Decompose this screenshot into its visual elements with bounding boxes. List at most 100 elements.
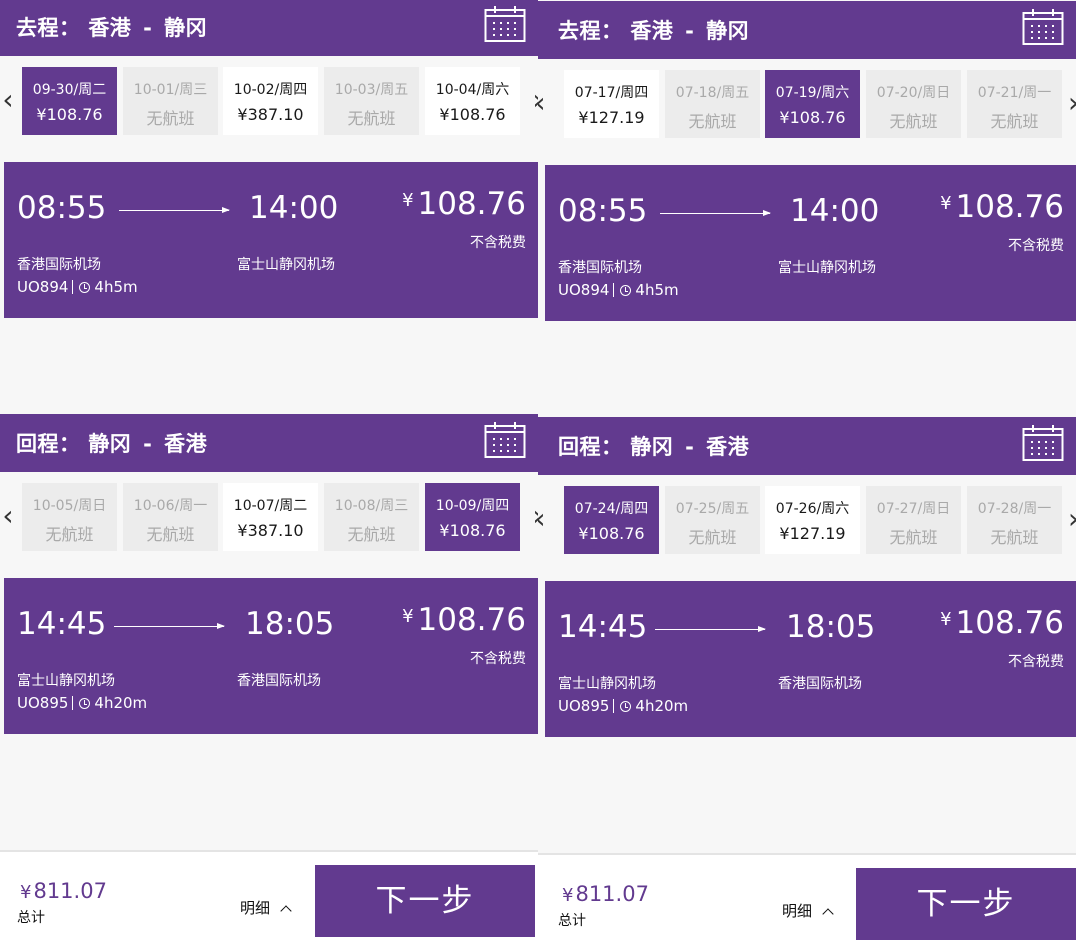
clock-icon <box>620 701 632 712</box>
date-option[interactable]: 10-09/周四 ¥108.76 <box>425 483 520 551</box>
chevron-up-icon <box>822 908 834 920</box>
date-label: 10-09/周四 <box>435 498 510 514</box>
date-option[interactable]: 10-03/周五 无航班 <box>324 67 419 135</box>
date-option[interactable]: 07-25/周五 无航班 <box>665 486 760 554</box>
price-value: 108.76 <box>417 186 526 222</box>
date-option[interactable]: 10-06/周一 无航班 <box>123 483 218 551</box>
total-value: 811.07 <box>33 879 107 903</box>
date-option[interactable]: 10-08/周三 无航班 <box>324 483 419 551</box>
date-label: 10-02/周四 <box>233 82 308 98</box>
date-price: 无航班 <box>347 109 396 128</box>
departure-time: 08:55 <box>17 190 107 226</box>
date-selector: ‹ 07-17/周四 ¥127.19 07-18/周五无航班 07-19/周六 ¥1… <box>538 59 1076 151</box>
detail-label: 明细 <box>240 899 271 917</box>
arrival-time: 14:00 <box>249 190 339 226</box>
origin-city: 香港 <box>88 16 132 40</box>
date-option[interactable]: 09-30/周二 ¥108.76 <box>22 67 117 135</box>
outbound-header: 去程： 香港 - 静冈 <box>0 0 538 56</box>
date-option[interactable]: 10-02/周四 ¥387.10 <box>223 67 318 135</box>
flight-arrow <box>119 207 230 213</box>
date-option[interactable]: 07-28/周一 无航班 <box>967 486 1062 554</box>
flight-card[interactable]: 08:55 14:00 ¥108.76 不含税费 香港国际机场 富士山静冈机场 … <box>4 162 538 318</box>
departure-airport: 香港国际机场 <box>558 260 642 276</box>
date-option[interactable]: 07-18/周五 无航班 <box>665 70 760 138</box>
flight-duration: 4h5m <box>94 278 138 296</box>
date-price: 无航班 <box>688 528 737 547</box>
date-option[interactable]: 07-24/周四 ¥108.76 <box>564 486 659 554</box>
price-detail-toggle[interactable]: 明细 <box>782 900 834 921</box>
chevron-right-icon[interactable]: › <box>1068 79 1076 129</box>
date-option[interactable]: 10-04/周六 ¥108.76 <box>425 67 520 135</box>
calendar-icon[interactable] <box>484 421 526 459</box>
outbound-title: 去程： 香港 - 静冈 <box>558 15 749 45</box>
chevron-right-icon[interactable]: › <box>528 76 538 126</box>
outbound-section: 去程： 香港 - 静冈 ‹ 09-30/周二 ¥108.76 10-01/周三 无航… <box>0 0 538 328</box>
tax-note: 不含税费 <box>470 235 526 251</box>
inbound-title: 回程： 静冈 - 香港 <box>558 431 749 461</box>
chevron-right-icon[interactable]: › <box>528 492 538 542</box>
price-value: 108.76 <box>955 605 1064 641</box>
date-price: ¥108.76 <box>439 105 506 124</box>
flight-card[interactable]: 14:45 18:05 ¥108.76 不含税费 富士山静冈机场 香港国际机场 … <box>545 581 1076 737</box>
total-label: 总计 <box>17 910 45 926</box>
date-option[interactable]: 07-19/周六 ¥108.76 <box>765 70 860 138</box>
date-label: 07-20/周日 <box>876 85 951 101</box>
price-value: 108.76 <box>417 602 526 638</box>
date-option[interactable]: 10-01/周三 无航班 <box>123 67 218 135</box>
chevron-right-icon[interactable]: › <box>1068 495 1076 545</box>
flight-number: UO894 <box>17 278 69 296</box>
date-label: 07-25/周五 <box>675 501 750 517</box>
date-price: 无航班 <box>889 528 938 547</box>
date-price: ¥108.76 <box>36 105 103 124</box>
date-label: 07-27/周日 <box>876 501 951 517</box>
date-option[interactable]: 07-20/周日 无航班 <box>866 70 961 138</box>
inbound-title: 回程： 静冈 - 香港 <box>16 428 207 458</box>
flight-duration: 4h5m <box>635 281 679 299</box>
date-option[interactable]: 10-07/周二 ¥387.10 <box>223 483 318 551</box>
booking-panel-left: 去程： 香港 - 静冈 ‹ 09-30/周二 ¥108.76 10-01/周三 无航… <box>0 0 538 940</box>
date-label: 07-24/周四 <box>574 501 649 517</box>
flight-card[interactable]: 08:55 14:00 ¥108.76 不含税费 香港国际机场 富士山静冈机场 … <box>545 165 1076 321</box>
date-option[interactable]: 07-26/周六 ¥127.19 <box>765 486 860 554</box>
arrival-time: 14:00 <box>790 193 880 229</box>
date-selector: ‹ 07-24/周四 ¥108.76 07-25/周五无航班 07-26/周六 ¥1… <box>538 475 1076 567</box>
arrival-airport: 富士山静冈机场 <box>237 257 335 273</box>
date-label: 07-21/周一 <box>977 85 1052 101</box>
flight-info: UO894 4h5m <box>17 278 138 296</box>
date-label: 07-18/周五 <box>675 85 750 101</box>
date-price: ¥108.76 <box>439 521 506 540</box>
date-option[interactable]: 10-05/周日 无航班 <box>22 483 117 551</box>
date-option[interactable]: 07-17/周四 ¥127.19 <box>564 70 659 138</box>
date-label: 07-28/周一 <box>977 501 1052 517</box>
departure-airport: 富士山静冈机场 <box>558 676 656 692</box>
outbound-header: 去程： 香港 - 静冈 <box>538 1 1076 59</box>
date-price: ¥127.19 <box>578 108 645 127</box>
chevron-left-icon[interactable]: ‹ <box>0 76 18 126</box>
divider <box>72 280 74 294</box>
flight-arrow <box>660 210 771 216</box>
chevron-left-icon[interactable]: ‹ <box>0 492 18 542</box>
price-detail-toggle[interactable]: 明细 <box>240 897 292 918</box>
flight-price: ¥108.76 <box>940 605 1064 641</box>
chevron-left-icon[interactable]: ‹ <box>538 79 550 129</box>
date-option[interactable]: 07-27/周日 无航班 <box>866 486 961 554</box>
trip-label: 回程： <box>558 435 623 459</box>
calendar-icon[interactable] <box>484 5 526 43</box>
date-label: 10-03/周五 <box>334 82 409 98</box>
chevron-left-icon[interactable]: ‹ <box>538 495 550 545</box>
flight-number: UO895 <box>558 697 610 715</box>
next-step-button[interactable]: 下一步 <box>315 865 535 937</box>
price-value: 108.76 <box>955 189 1064 225</box>
currency-symbol: ¥ <box>402 606 414 627</box>
date-price: 无航班 <box>347 525 396 544</box>
flight-card[interactable]: 14:45 18:05 ¥108.76 不含税费 富士山静冈机场 香港国际机场 … <box>4 578 538 734</box>
calendar-icon[interactable] <box>1022 8 1064 46</box>
date-label: 10-08/周三 <box>334 498 409 514</box>
calendar-icon[interactable] <box>1022 424 1064 462</box>
currency-symbol: ¥ <box>940 193 952 214</box>
departure-time: 14:45 <box>558 609 648 645</box>
next-step-button[interactable]: 下一步 <box>856 868 1076 940</box>
date-option[interactable]: 07-21/周一 无航班 <box>967 70 1062 138</box>
flight-price: ¥108.76 <box>402 602 526 638</box>
date-price: ¥108.76 <box>578 524 645 543</box>
